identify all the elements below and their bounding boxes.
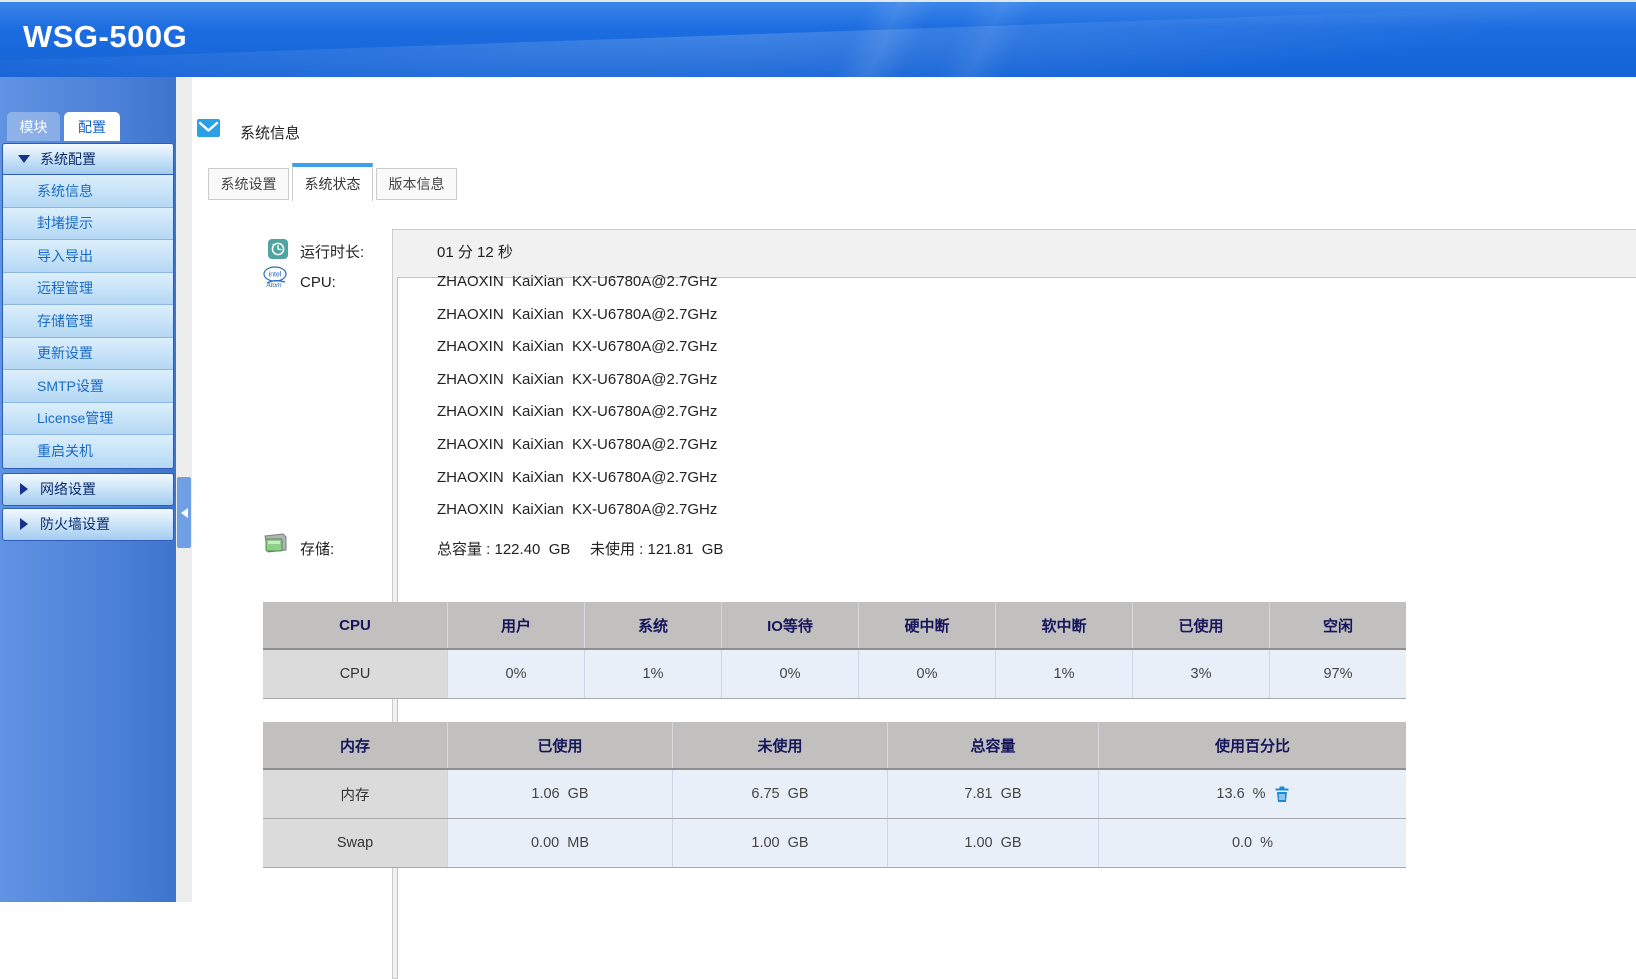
sidebar-item-storage-mgmt[interactable]: 存储管理 (3, 305, 173, 338)
cpu-usage-table: CPU 用户 系统 IO等待 硬中断 软中断 已使用 空闲 CPU 0% 1% … (263, 602, 1406, 699)
sidebar-item-remote-mgmt[interactable]: 远程管理 (3, 273, 173, 306)
column-header: 系统 (584, 602, 721, 648)
table-cell: 1.00 GB (672, 819, 887, 867)
cpu-model-line: ZHAOXIN KaiXian KX-U6780A@2.7GHz (437, 331, 717, 364)
cpu-label: CPU: (300, 274, 336, 291)
cpu-model-line: ZHAOXIN KaiXian KX-U6780A@2.7GHz (437, 494, 717, 527)
mail-icon (197, 119, 220, 142)
history-clock-icon (268, 239, 288, 264)
sidebar-group-label: 网络设置 (40, 479, 96, 499)
column-header: 用户 (447, 602, 584, 648)
uptime-value: 01 分 12 秒 (437, 241, 513, 262)
intel-atom-cpu-icon: intel Atom (263, 266, 288, 293)
page-title: 系统信息 (240, 122, 300, 143)
column-header: 空闲 (1269, 602, 1406, 648)
memory-table-row-ram: 内存 1.06 GB 6.75 GB 7.81 GB 13.6 % (263, 770, 1406, 819)
sidebar-item-update-settings[interactable]: 更新设置 (3, 338, 173, 371)
column-header: 已使用 (447, 722, 672, 768)
left-arrow-icon (181, 508, 188, 518)
sidebar-group-label: 防火墙设置 (40, 514, 110, 534)
sidebar-item-reboot-shutdown[interactable]: 重启关机 (3, 435, 173, 468)
sidebar: 模块 配置 系统配置 系统信息 封堵提示 导入导出 远程管理 存储管理 更新设置… (0, 77, 176, 902)
table-cell: 1% (995, 650, 1132, 698)
triangle-right-icon (20, 483, 28, 495)
table-cell: 7.81 GB (887, 770, 1098, 818)
sidebar-item-system-info[interactable]: 系统信息 (3, 175, 173, 208)
column-header: IO等待 (721, 602, 858, 648)
sidebar-group-system-config[interactable]: 系统配置 (2, 143, 174, 175)
cpu-model-lines: ZHAOXIN KaiXian KX-U6780A@2.7GHz ZHAOXIN… (437, 266, 717, 527)
svg-text:Atom: Atom (265, 282, 282, 288)
uptime-label: 运行时长: (300, 241, 364, 262)
top-banner: WSG-500G (0, 0, 1636, 77)
memory-usage-table: 内存 已使用 未使用 总容量 使用百分比 内存 1.06 GB 6.75 GB … (263, 722, 1406, 868)
table-cell: 13.6 % (1098, 770, 1406, 818)
table-cell: 内存 (263, 770, 447, 818)
table-cell: 1.00 GB (887, 819, 1098, 867)
table-cell: CPU (263, 650, 447, 698)
sidebar-group-firewall[interactable]: 防火墙设置 (2, 508, 174, 541)
trash-icon[interactable] (1275, 786, 1289, 803)
sidebar-tab-module[interactable]: 模块 (7, 112, 60, 141)
storage-free-value: 未使用 : 121.81 GB (590, 538, 723, 559)
tab-system-settings[interactable]: 系统设置 (208, 168, 289, 200)
column-header: 总容量 (887, 722, 1098, 768)
cpu-model-line: ZHAOXIN KaiXian KX-U6780A@2.7GHz (437, 299, 717, 332)
cpu-model-line: ZHAOXIN KaiXian KX-U6780A@2.7GHz (437, 429, 717, 462)
storage-label: 存储: (300, 538, 334, 559)
cpu-model-line: ZHAOXIN KaiXian KX-U6780A@2.7GHz (437, 462, 717, 495)
triangle-down-icon (18, 155, 30, 163)
cpu-model-line: ZHAOXIN KaiXian KX-U6780A@2.7GHz (437, 396, 717, 429)
storage-total-value: 总容量 : 122.40 GB (437, 538, 570, 559)
sidebar-menu: 系统配置 系统信息 封堵提示 导入导出 远程管理 存储管理 更新设置 SMTP设… (2, 143, 174, 541)
sidebar-group-label: 系统配置 (40, 149, 96, 169)
table-cell: Swap (263, 819, 447, 867)
column-header: 已使用 (1132, 602, 1269, 648)
tab-system-status[interactable]: 系统状态 (292, 163, 373, 201)
table-cell: 0% (447, 650, 584, 698)
sidebar-group-network[interactable]: 网络设置 (2, 473, 174, 506)
sidebar-tab-config[interactable]: 配置 (64, 112, 120, 141)
app-title: WSG-500G (23, 19, 187, 55)
cpu-model-line: ZHAOXIN KaiXian KX-U6780A@2.7GHz (437, 266, 717, 299)
memory-usage-percent: 13.6 % (1216, 786, 1265, 802)
table-cell: 3% (1132, 650, 1269, 698)
column-header: 内存 (263, 722, 447, 768)
table-cell: 0.00 MB (447, 819, 672, 867)
column-header: 未使用 (672, 722, 887, 768)
sidebar-item-block-notice[interactable]: 封堵提示 (3, 208, 173, 241)
sidebar-item-import-export[interactable]: 导入导出 (3, 240, 173, 273)
table-cell: 1% (584, 650, 721, 698)
table-cell: 1.06 GB (447, 770, 672, 818)
disk-drive-icon (263, 533, 288, 559)
table-cell: 6.75 GB (672, 770, 887, 818)
table-cell: 0% (721, 650, 858, 698)
cpu-table-header-row: CPU 用户 系统 IO等待 硬中断 软中断 已使用 空闲 (263, 602, 1406, 650)
column-header: 软中断 (995, 602, 1132, 648)
sidebar-item-license-mgmt[interactable]: License管理 (3, 403, 173, 436)
table-cell: 0% (858, 650, 995, 698)
memory-table-row-swap: Swap 0.00 MB 1.00 GB 1.00 GB 0.0 % (263, 819, 1406, 868)
sidebar-sublist: 系统信息 封堵提示 导入导出 远程管理 存储管理 更新设置 SMTP设置 Lic… (2, 175, 174, 469)
sidebar-collapse-handle[interactable] (177, 477, 191, 548)
cpu-table-row: CPU 0% 1% 0% 0% 1% 3% 97% (263, 650, 1406, 699)
triangle-right-icon (20, 518, 28, 530)
column-header: CPU (263, 602, 447, 648)
tab-version-info[interactable]: 版本信息 (376, 168, 457, 200)
column-header: 使用百分比 (1098, 722, 1406, 768)
table-cell: 97% (1269, 650, 1406, 698)
column-header: 硬中断 (858, 602, 995, 648)
table-cell: 0.0 % (1098, 819, 1406, 867)
sidebar-item-smtp-settings[interactable]: SMTP设置 (3, 370, 173, 403)
cpu-model-line: ZHAOXIN KaiXian KX-U6780A@2.7GHz (437, 364, 717, 397)
svg-text:intel: intel (269, 272, 282, 279)
memory-table-header-row: 内存 已使用 未使用 总容量 使用百分比 (263, 722, 1406, 770)
